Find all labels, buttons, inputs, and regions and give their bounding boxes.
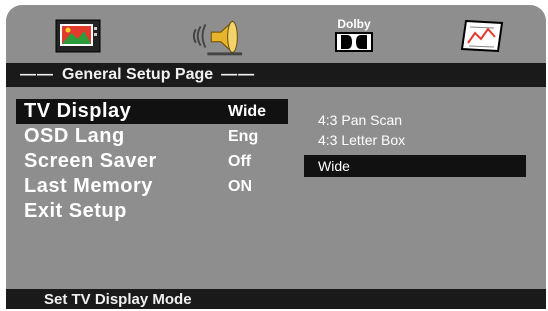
tab-tv[interactable] bbox=[50, 15, 106, 57]
tab-dolby[interactable]: Dolby bbox=[326, 15, 382, 57]
title-dash-left: —— bbox=[20, 66, 54, 83]
menu-item-label: Exit Setup bbox=[24, 200, 127, 222]
menu-item-value: Eng bbox=[228, 127, 259, 145]
setup-panel: Dolby —— General Setup Page —— TV Displa… bbox=[6, 5, 546, 309]
menu-item-exit-setup[interactable]: Exit Setup bbox=[16, 199, 288, 224]
menu-item-value: ON bbox=[228, 177, 252, 195]
menu-item-label: Screen Saver bbox=[24, 150, 157, 172]
menu-item-last-memory[interactable]: Last Memory ON bbox=[16, 174, 288, 199]
page-title: General Setup Page bbox=[62, 66, 214, 83]
title-dash-right: —— bbox=[221, 66, 256, 83]
page-title-bar: —— General Setup Page —— bbox=[6, 63, 546, 87]
speaker-icon bbox=[192, 20, 243, 56]
menu-item-osd-lang[interactable]: OSD Lang Eng bbox=[16, 124, 288, 149]
help-bar: Set TV Display Mode bbox=[6, 289, 546, 309]
menu-item-label: TV Display bbox=[24, 100, 132, 122]
setup-tabs: Dolby bbox=[6, 5, 546, 65]
option-pan-scan[interactable]: 4:3 Pan Scan bbox=[304, 109, 526, 131]
menu-item-tv-display[interactable]: TV Display Wide bbox=[16, 99, 288, 124]
menu-item-value: Off bbox=[228, 152, 252, 170]
tab-preferences[interactable] bbox=[454, 15, 510, 57]
menu-item-value: Wide bbox=[228, 102, 267, 120]
menu-item-label: Last Memory bbox=[24, 175, 153, 197]
option-letter-box[interactable]: 4:3 Letter Box bbox=[304, 129, 526, 151]
dolby-label: Dolby bbox=[337, 17, 371, 31]
menu-item-screen-saver[interactable]: Screen Saver Off bbox=[16, 149, 288, 174]
help-text: Set TV Display Mode bbox=[44, 290, 192, 308]
tab-audio[interactable] bbox=[190, 15, 246, 57]
double-d-icon bbox=[335, 32, 373, 52]
preferences-icon bbox=[460, 19, 504, 53]
dolby-icon: Dolby bbox=[335, 18, 373, 54]
tv-icon bbox=[55, 19, 101, 53]
option-wide[interactable]: Wide bbox=[304, 155, 526, 177]
menu-item-label: OSD Lang bbox=[24, 125, 125, 147]
